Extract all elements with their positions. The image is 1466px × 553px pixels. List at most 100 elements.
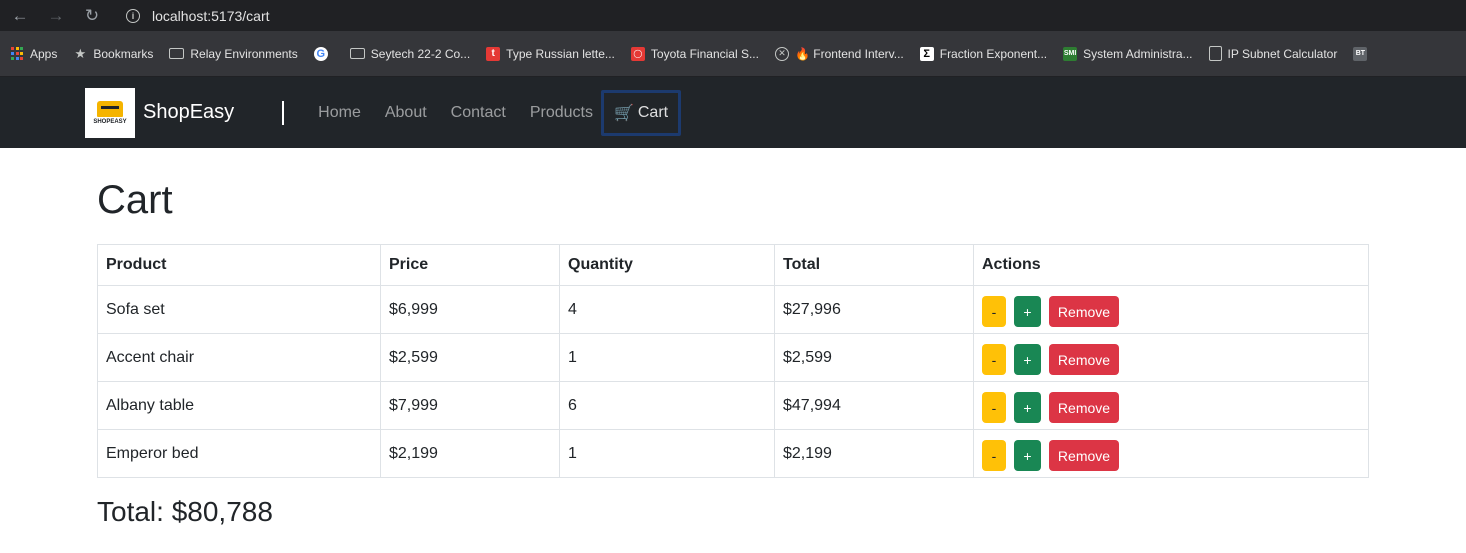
bookmark-fraction-exponent[interactable]: Σ Fraction Exponent...: [919, 46, 1048, 61]
product-quantity: 6: [559, 381, 775, 430]
bookmark-label: IP Subnet Calculator: [1227, 46, 1338, 61]
shopping-cart-icon: 🛒: [613, 104, 634, 122]
increase-quantity-button[interactable]: +: [1014, 344, 1041, 375]
brand-name: ShopEasy: [143, 101, 235, 123]
column-header-total: Total: [774, 244, 974, 286]
decrease-quantity-button[interactable]: -: [982, 344, 1006, 375]
folder-icon: [349, 48, 365, 59]
nav-link-about[interactable]: About: [385, 104, 427, 122]
bookmark-label: 🔥 Frontend Interv...: [794, 46, 904, 61]
bookmark-bookmarks[interactable]: ★ Bookmarks: [73, 45, 154, 61]
product-total: $47,994: [774, 381, 974, 430]
bookmark-label: System Administra...: [1083, 46, 1193, 61]
reload-icon[interactable]: ↻: [80, 4, 104, 28]
product-total: $2,199: [774, 429, 974, 478]
address-bar[interactable]: i localhost:5173/cart: [116, 0, 280, 31]
toyota-icon: ◯: [630, 46, 645, 61]
product-name: Emperor bed: [97, 429, 381, 478]
x-circle-icon: ✕: [774, 46, 789, 61]
bt-icon: BT: [1353, 46, 1368, 61]
product-price: $6,999: [380, 285, 560, 334]
remove-button[interactable]: Remove: [1049, 392, 1119, 423]
decrease-quantity-button[interactable]: -: [982, 296, 1006, 327]
product-quantity: 1: [559, 333, 775, 382]
table-row: Accent chair $2,599 1 $2,599 - + Remove: [97, 333, 1369, 382]
back-arrow-icon[interactable]: ←: [8, 4, 32, 28]
url-text: localhost:5173/cart: [152, 7, 270, 24]
nav-link-cart[interactable]: 🛒 Cart: [600, 89, 682, 136]
product-quantity: 4: [559, 285, 775, 334]
decrease-quantity-button[interactable]: -: [982, 440, 1006, 471]
apps-icon: [10, 46, 24, 61]
row-actions: - + Remove: [973, 381, 1369, 430]
nav-link-products[interactable]: Products: [530, 104, 593, 122]
page-title: Cart: [97, 178, 173, 222]
bookmark-type-russian[interactable]: t Type Russian lette...: [486, 46, 615, 61]
product-price: $2,599: [380, 333, 560, 382]
nav-cart-label: Cart: [637, 103, 669, 121]
bookmark-apps[interactable]: Apps: [10, 47, 57, 61]
shop-cart-logo-icon: [97, 100, 123, 117]
row-actions: - + Remove: [973, 429, 1369, 478]
bookmarks-bar: Apps ★ Bookmarks Relay Environments G Se…: [0, 31, 1466, 77]
row-actions: - + Remove: [973, 285, 1369, 334]
t-icon: t: [486, 46, 501, 61]
bookmark-label: Type Russian lette...: [506, 46, 615, 61]
site-info-icon[interactable]: i: [126, 8, 140, 23]
product-price: $7,999: [380, 381, 560, 430]
remove-button[interactable]: Remove: [1049, 344, 1119, 375]
google-icon: G: [313, 46, 328, 61]
forward-arrow-icon[interactable]: →: [44, 4, 68, 28]
app-navbar: SHOPEASY ShopEasy Home About Contact Pro…: [0, 77, 1466, 148]
logo-text: SHOPEASY: [93, 118, 127, 125]
increase-quantity-button[interactable]: +: [1014, 392, 1041, 423]
nav-link-home[interactable]: Home: [318, 104, 361, 122]
remove-button[interactable]: Remove: [1049, 440, 1119, 471]
bookmark-relay-environments[interactable]: Relay Environments: [169, 46, 298, 61]
star-icon: ★: [74, 45, 87, 61]
bookmark-label: Toyota Financial S...: [650, 46, 759, 61]
cart-table: Product Price Quantity Total Actions Sof…: [97, 244, 1369, 478]
nav-divider: [282, 100, 285, 125]
brand[interactable]: SHOPEASY ShopEasy: [85, 87, 235, 138]
bookmark-label: Seytech 22-2 Co...: [370, 46, 471, 61]
bookmark-bt[interactable]: BT: [1353, 46, 1373, 61]
bookmark-google[interactable]: G: [313, 46, 334, 61]
product-price: $2,199: [380, 429, 560, 478]
product-name: Albany table: [97, 381, 381, 430]
bookmark-ip-subnet[interactable]: IP Subnet Calculator: [1208, 46, 1338, 61]
increase-quantity-button[interactable]: +: [1014, 296, 1041, 327]
product-total: $27,996: [774, 285, 974, 334]
column-header-price: Price: [380, 244, 560, 286]
cart-total: Total: $80,788: [97, 496, 273, 527]
folder-icon: [169, 48, 185, 59]
bookmark-system-administration[interactable]: SMI System Administra...: [1063, 46, 1193, 61]
table-row: Sofa set $6,999 4 $27,996 - + Remove: [97, 285, 1369, 334]
product-quantity: 1: [559, 429, 775, 478]
column-header-product: Product: [97, 244, 381, 286]
product-name: Sofa set: [97, 285, 381, 334]
column-header-quantity: Quantity: [559, 244, 775, 286]
calculator-icon: [1208, 46, 1222, 61]
bookmark-seytech[interactable]: Seytech 22-2 Co...: [349, 46, 471, 61]
main-content: Cart Product Price Quantity Total Action…: [0, 176, 1466, 528]
bookmark-frontend-interview[interactable]: ✕ 🔥 Frontend Interv...: [774, 46, 904, 61]
browser-toolbar: ← → ↻ i localhost:5173/cart: [0, 0, 1466, 31]
column-header-actions: Actions: [973, 244, 1369, 286]
row-actions: - + Remove: [973, 333, 1369, 382]
shop-logo: SHOPEASY: [85, 87, 135, 138]
nav-link-contact[interactable]: Contact: [451, 104, 506, 122]
table-row: Emperor bed $2,199 1 $2,199 - + Remove: [97, 429, 1369, 478]
remove-button[interactable]: Remove: [1049, 296, 1119, 327]
bookmark-label: Fraction Exponent...: [939, 46, 1048, 61]
bookmark-label: Apps: [30, 46, 58, 61]
product-total: $2,599: [774, 333, 974, 382]
bookmark-toyota[interactable]: ◯ Toyota Financial S...: [630, 46, 759, 61]
table-row: Albany table $7,999 6 $47,994 - + Remove: [97, 381, 1369, 430]
increase-quantity-button[interactable]: +: [1014, 440, 1041, 471]
bookmark-label: Relay Environments: [190, 46, 298, 61]
decrease-quantity-button[interactable]: -: [982, 392, 1006, 423]
table-header-row: Product Price Quantity Total Actions: [97, 244, 1369, 286]
product-name: Accent chair: [97, 333, 381, 382]
smi-icon: SMI: [1063, 46, 1078, 61]
